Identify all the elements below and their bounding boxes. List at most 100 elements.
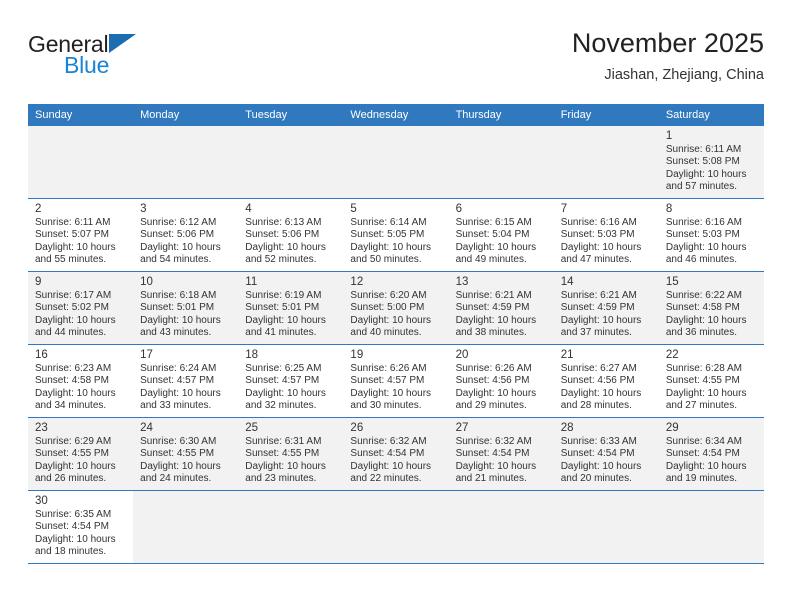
calendar-day-cell[interactable]: 18 Sunrise: 6:25 AM Sunset: 4:57 PM Dayli… (238, 344, 344, 418)
calendar-day-cell[interactable]: 15 Sunrise: 6:22 AM Sunset: 4:58 PM Dayli… (658, 271, 764, 345)
calendar-day-cell[interactable]: 17 Sunrise: 6:24 AM Sunset: 4:57 PM Dayli… (133, 344, 239, 418)
day-number: 8 (665, 203, 673, 215)
day-cell-inner (133, 126, 239, 198)
weekday-header-saturday: Saturday (658, 104, 764, 126)
calendar-day-cell-empty (553, 490, 659, 564)
calendar-week-row: 23 Sunrise: 6:29 AM Sunset: 4:55 PM Dayli… (28, 417, 764, 491)
day-cell-inner: 3 Sunrise: 6:12 AM Sunset: 5:06 PM Daylig… (133, 199, 238, 271)
day-cell-inner: 26 Sunrise: 6:32 AM Sunset: 4:54 PM Dayli… (343, 418, 449, 490)
day-sun-info: Sunrise: 6:24 AM Sunset: 4:57 PM Dayligh… (140, 363, 221, 412)
calendar-day-cell[interactable]: 22 Sunrise: 6:28 AM Sunset: 4:55 PM Dayli… (658, 344, 764, 418)
page-header: General Blue November 2025 Jiashan, Zhej… (28, 28, 764, 98)
calendar-day-cell[interactable]: 4 Sunrise: 6:13 AM Sunset: 5:06 PM Daylig… (238, 198, 344, 272)
day-number: 19 (350, 349, 364, 361)
calendar-day-cell[interactable]: 5 Sunrise: 6:14 AM Sunset: 5:05 PM Daylig… (343, 198, 449, 272)
calendar-day-cell[interactable]: 29 Sunrise: 6:34 AM Sunset: 4:54 PM Dayli… (658, 417, 764, 491)
day-sun-info: Sunrise: 6:18 AM Sunset: 5:01 PM Dayligh… (140, 290, 221, 339)
calendar-day-cell[interactable]: 13 Sunrise: 6:21 AM Sunset: 4:59 PM Dayli… (448, 271, 554, 345)
calendar-day-cell[interactable]: 20 Sunrise: 6:26 AM Sunset: 4:56 PM Dayli… (448, 344, 554, 418)
brand-logo[interactable]: General Blue (28, 30, 248, 94)
calendar-day-cell[interactable]: 3 Sunrise: 6:12 AM Sunset: 5:06 PM Daylig… (133, 198, 239, 272)
day-sun-info: Sunrise: 6:22 AM Sunset: 4:58 PM Dayligh… (665, 290, 747, 339)
calendar-day-cell[interactable]: 27 Sunrise: 6:32 AM Sunset: 4:54 PM Dayli… (448, 417, 554, 491)
brand-name-blue: Blue (64, 52, 110, 78)
day-cell-inner (553, 126, 659, 198)
day-cell-inner: 18 Sunrise: 6:25 AM Sunset: 4:57 PM Dayli… (238, 345, 343, 417)
calendar-day-cell-empty (238, 126, 344, 199)
calendar-week-row: 1 Sunrise: 6:11 AM Sunset: 5:08 PM Daylig… (28, 126, 764, 199)
calendar-day-cell-empty (28, 126, 134, 199)
day-cell-inner: 11 Sunrise: 6:19 AM Sunset: 5:01 PM Dayli… (238, 272, 344, 344)
calendar-day-cell-empty (343, 126, 449, 199)
day-cell-inner (133, 491, 239, 563)
calendar-day-cell[interactable]: 19 Sunrise: 6:26 AM Sunset: 4:57 PM Dayli… (343, 344, 449, 418)
day-cell-inner: 28 Sunrise: 6:33 AM Sunset: 4:54 PM Dayli… (553, 418, 659, 490)
calendar-day-cell[interactable]: 24 Sunrise: 6:30 AM Sunset: 4:55 PM Dayli… (133, 417, 239, 491)
day-cell-inner: 7 Sunrise: 6:16 AM Sunset: 5:03 PM Daylig… (554, 199, 659, 271)
calendar-day-cell[interactable]: 23 Sunrise: 6:29 AM Sunset: 4:55 PM Dayli… (28, 417, 134, 491)
calendar-day-cell-empty (238, 490, 344, 564)
day-cell-inner: 30 Sunrise: 6:35 AM Sunset: 4:54 PM Dayli… (28, 491, 133, 563)
day-number: 28 (560, 422, 574, 434)
day-sun-info: Sunrise: 6:35 AM Sunset: 4:54 PM Dayligh… (35, 509, 116, 558)
calendar-day-cell[interactable]: 21 Sunrise: 6:27 AM Sunset: 4:56 PM Dayli… (553, 344, 659, 418)
calendar-body: 1 Sunrise: 6:11 AM Sunset: 5:08 PM Daylig… (28, 126, 764, 564)
day-number: 12 (350, 276, 364, 288)
day-cell-inner: 8 Sunrise: 6:16 AM Sunset: 5:03 PM Daylig… (659, 199, 764, 271)
calendar-day-cell-empty (553, 126, 659, 199)
calendar-day-cell[interactable]: 25 Sunrise: 6:31 AM Sunset: 4:55 PM Dayli… (238, 417, 344, 491)
day-cell-inner: 27 Sunrise: 6:32 AM Sunset: 4:54 PM Dayli… (448, 418, 554, 490)
day-number: 25 (245, 422, 259, 434)
day-cell-inner: 23 Sunrise: 6:29 AM Sunset: 4:55 PM Dayli… (28, 418, 134, 490)
day-sun-info: Sunrise: 6:21 AM Sunset: 4:59 PM Dayligh… (455, 290, 537, 339)
brand-logo-row-top: General (28, 30, 248, 58)
day-sun-info: Sunrise: 6:19 AM Sunset: 5:01 PM Dayligh… (245, 290, 326, 339)
weekday-header-thursday: Thursday (448, 104, 554, 126)
day-sun-info: Sunrise: 6:11 AM Sunset: 5:07 PM Dayligh… (35, 217, 116, 266)
calendar-day-cell[interactable]: 16 Sunrise: 6:23 AM Sunset: 4:58 PM Dayli… (28, 344, 134, 418)
day-cell-inner (343, 491, 449, 563)
day-number: 10 (140, 276, 153, 288)
day-cell-inner: 6 Sunrise: 6:15 AM Sunset: 5:04 PM Daylig… (449, 199, 554, 271)
day-number: 18 (245, 349, 259, 361)
calendar-week-row: 16 Sunrise: 6:23 AM Sunset: 4:58 PM Dayli… (28, 344, 764, 418)
day-cell-inner (238, 491, 344, 563)
day-cell-inner (658, 491, 764, 563)
calendar-day-cell[interactable]: 7 Sunrise: 6:16 AM Sunset: 5:03 PM Daylig… (553, 198, 659, 272)
day-cell-inner: 19 Sunrise: 6:26 AM Sunset: 4:57 PM Dayli… (343, 345, 448, 417)
calendar-week-row: 9 Sunrise: 6:17 AM Sunset: 5:02 PM Daylig… (28, 271, 764, 345)
weekday-header-monday: Monday (133, 104, 239, 126)
day-sun-info: Sunrise: 6:16 AM Sunset: 5:03 PM Dayligh… (560, 217, 642, 266)
calendar-day-cell[interactable]: 12 Sunrise: 6:20 AM Sunset: 5:00 PM Dayli… (343, 271, 449, 345)
day-number: 21 (560, 349, 574, 361)
day-number: 29 (665, 422, 679, 434)
calendar-day-cell[interactable]: 9 Sunrise: 6:17 AM Sunset: 5:02 PM Daylig… (28, 271, 134, 345)
calendar-day-cell[interactable]: 8 Sunrise: 6:16 AM Sunset: 5:03 PM Daylig… (658, 198, 764, 272)
weekday-header-sunday: Sunday (28, 104, 134, 126)
day-sun-info: Sunrise: 6:26 AM Sunset: 4:56 PM Dayligh… (455, 363, 537, 412)
calendar-day-cell[interactable]: 2 Sunrise: 6:11 AM Sunset: 5:07 PM Daylig… (28, 198, 134, 272)
day-cell-inner: 2 Sunrise: 6:11 AM Sunset: 5:07 PM Daylig… (28, 199, 133, 271)
day-number: 3 (140, 203, 147, 215)
day-cell-inner: 12 Sunrise: 6:20 AM Sunset: 5:00 PM Dayli… (343, 272, 449, 344)
calendar-day-cell[interactable]: 14 Sunrise: 6:21 AM Sunset: 4:59 PM Dayli… (553, 271, 659, 345)
calendar-day-cell[interactable]: 10 Sunrise: 6:18 AM Sunset: 5:01 PM Dayli… (133, 271, 239, 345)
calendar-day-cell[interactable]: 30 Sunrise: 6:35 AM Sunset: 4:54 PM Dayli… (28, 490, 134, 564)
calendar-day-cell[interactable]: 26 Sunrise: 6:32 AM Sunset: 4:54 PM Dayli… (343, 417, 449, 491)
calendar-day-cell[interactable]: 28 Sunrise: 6:33 AM Sunset: 4:54 PM Dayli… (553, 417, 659, 491)
day-sun-info: Sunrise: 6:16 AM Sunset: 5:03 PM Dayligh… (665, 217, 747, 266)
calendar-day-cell[interactable]: 6 Sunrise: 6:15 AM Sunset: 5:04 PM Daylig… (448, 198, 554, 272)
day-sun-info: Sunrise: 6:29 AM Sunset: 4:55 PM Dayligh… (35, 436, 116, 485)
day-sun-info: Sunrise: 6:30 AM Sunset: 4:55 PM Dayligh… (140, 436, 221, 485)
page-title: November 2025 (571, 28, 764, 58)
day-cell-inner (448, 491, 554, 563)
day-number: 26 (350, 422, 364, 434)
calendar-day-cell[interactable]: 1 Sunrise: 6:11 AM Sunset: 5:08 PM Daylig… (658, 126, 764, 199)
day-sun-info: Sunrise: 6:27 AM Sunset: 4:56 PM Dayligh… (560, 363, 642, 412)
day-cell-inner (343, 126, 449, 198)
calendar-day-cell-empty (658, 490, 764, 564)
weekday-header-friday: Friday (553, 104, 659, 126)
calendar-day-cell-empty (343, 490, 449, 564)
calendar-day-cell[interactable]: 11 Sunrise: 6:19 AM Sunset: 5:01 PM Dayli… (238, 271, 344, 345)
day-cell-inner: 5 Sunrise: 6:14 AM Sunset: 5:05 PM Daylig… (343, 199, 448, 271)
